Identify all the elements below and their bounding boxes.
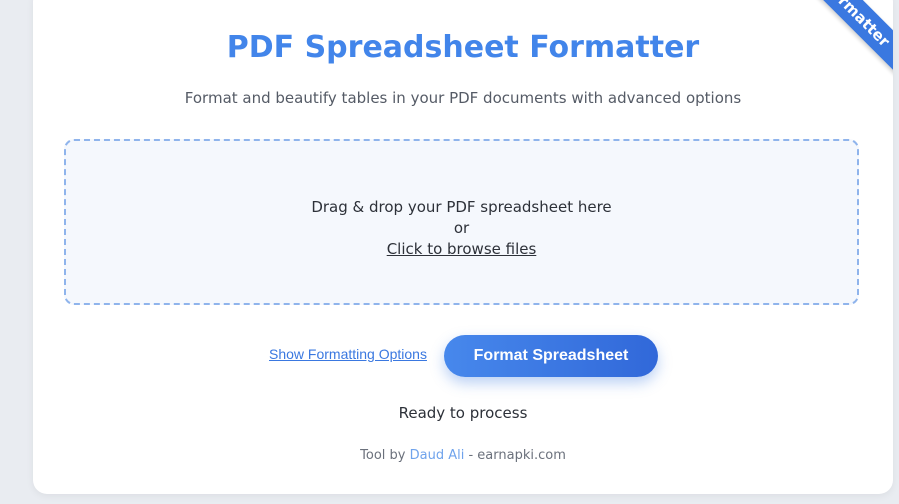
footer: Tool by Daud Ali - earnapki.com [33,448,893,463]
footer-suffix: - earnapki.com [464,448,566,463]
footer-author-link[interactable]: Daud Ali [410,448,465,463]
show-formatting-options-link[interactable]: Show Formatting Options [269,346,427,362]
dropzone-instruction: Drag & drop your PDF spreadsheet here [311,198,612,216]
format-spreadsheet-button[interactable]: Format Spreadsheet [444,335,658,377]
page-title: PDF Spreadsheet Formatter [226,30,700,65]
page-subtitle: Format and beautify tables in your PDF d… [184,89,742,107]
main-card: Formatter PDF Spreadsheet Formatter Form… [33,0,893,494]
file-dropzone[interactable]: Drag & drop your PDF spreadsheet here or… [64,139,859,305]
dropzone-or: or [453,219,470,237]
dropzone-text: Drag & drop your PDF spreadsheet here or… [66,197,857,260]
browse-files-link[interactable]: Click to browse files [387,240,537,258]
status-text: Ready to process [398,404,528,422]
footer-prefix: Tool by [360,448,410,463]
